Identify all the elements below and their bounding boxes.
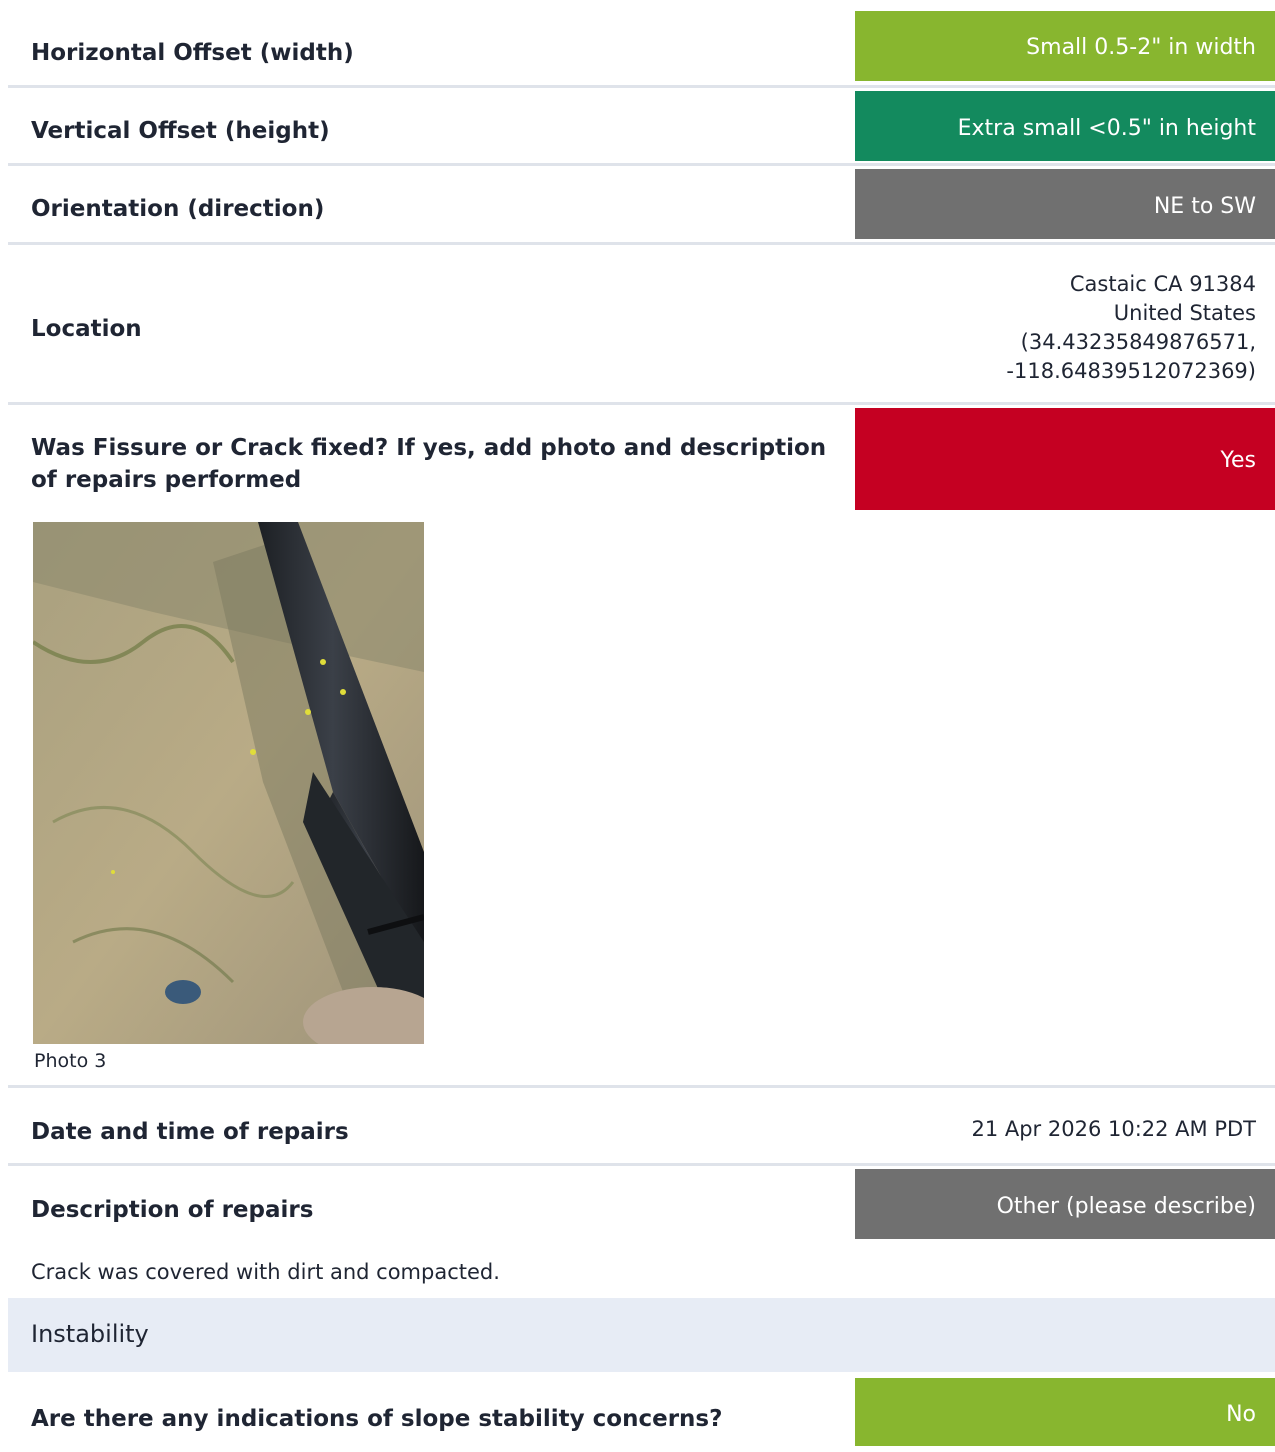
horizontal-offset-row: Horizontal Offset (width) Small 0.5-2" i… [8,10,1275,82]
crack-fixed-label-line-1: Was Fissure or Crack fixed? If yes, add … [31,435,827,461]
horizontal-offset-value-text: Small 0.5-2" in width [1026,35,1256,60]
location-line-3: (34.43235849876571, [1020,330,1256,354]
location-row: Location Castaic CA 91384 United States … [8,245,1275,402]
section-header-instability: Instability [8,1298,1275,1372]
location-line-2: United States [1113,301,1256,325]
vertical-offset-value-text: Extra small <0.5" in height [957,116,1256,141]
repair-description-row: Description of repairs Other (please des… [8,1166,1275,1241]
location-line-4: -118.64839512072369) [1006,359,1256,383]
location-line-1: Castaic CA 91384 [1069,272,1256,296]
location-label: Location [31,316,142,342]
vertical-offset-value: Extra small <0.5" in height [855,91,1275,161]
orientation-value-text: NE to SW [1153,194,1256,219]
vertical-offset-label: Vertical Offset (height) [31,118,330,144]
horizontal-offset-value: Small 0.5-2" in width [855,11,1275,81]
repair-photo[interactable] [33,522,424,1044]
orientation-label: Orientation (direction) [31,196,325,222]
orientation-value: NE to SW [855,169,1275,239]
crack-fixed-value-text: Yes [1220,448,1256,473]
crack-fixed-row: Was Fissure or Crack fixed? If yes, add … [8,405,1275,511]
slope-stability-value: No [855,1378,1275,1446]
crack-fixed-label-line-2: of repairs performed [31,467,302,493]
repair-datetime-label: Date and time of repairs [31,1119,349,1145]
slope-stability-label: Are there any indications of slope stabi… [31,1406,723,1432]
repair-description-label: Description of repairs [31,1197,314,1223]
repair-description-value-text: Other (please describe) [996,1194,1256,1219]
repair-description-value: Other (please describe) [855,1169,1275,1239]
repair-datetime-row: Date and time of repairs 21 Apr 2026 10:… [8,1088,1275,1162]
slope-stability-value-text: No [1226,1402,1256,1427]
repair-photo-image [33,522,424,1044]
crack-fixed-value: Yes [855,408,1275,510]
slope-stability-row: Are there any indications of slope stabi… [8,1375,1275,1446]
location-address: Castaic CA 91384 United States (34.43235… [1006,270,1256,386]
photo-caption: Photo 3 [34,1050,107,1072]
orientation-row: Orientation (direction) NE to SW [8,166,1275,241]
repair-datetime-value: 21 Apr 2026 10:22 AM PDT [971,1117,1256,1141]
vertical-offset-row: Vertical Offset (height) Extra small <0.… [8,88,1275,162]
horizontal-offset-label: Horizontal Offset (width) [31,40,354,66]
section-title: Instability [31,1320,149,1348]
crack-fixed-label: Was Fissure or Crack fixed? If yes, add … [31,432,851,496]
repair-description-note: Crack was covered with dirt and compacte… [31,1260,500,1284]
